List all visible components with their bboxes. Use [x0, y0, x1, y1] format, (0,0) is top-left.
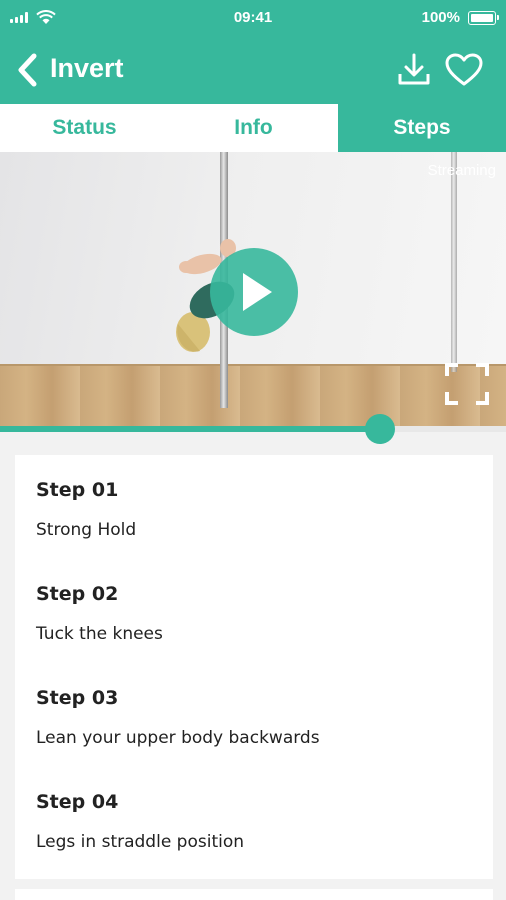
steps-card: Step 01 Strong Hold Step 02 Tuck the kne… [15, 455, 493, 879]
step-title: Step 03 [36, 687, 119, 709]
heart-icon [445, 53, 483, 86]
step-title: Step 01 [36, 479, 119, 501]
play-icon [243, 273, 272, 311]
back-button[interactable] [12, 52, 44, 88]
favorite-button[interactable] [444, 52, 484, 88]
step-item: Step 03 Lean your upper body backwards [36, 687, 476, 748]
step-text: Legs in straddle position [36, 832, 245, 852]
step-text: Lean your upper body backwards [36, 728, 320, 748]
app-bar: Invert [0, 36, 506, 104]
progress-knob[interactable] [364, 414, 395, 444]
fullscreen-button[interactable] [444, 362, 490, 406]
video-progress-bar[interactable] [0, 414, 506, 444]
tab-steps[interactable]: Steps [338, 104, 506, 152]
page-title: Invert [50, 53, 124, 83]
step-title: Step 04 [36, 791, 119, 813]
next-card-edge [15, 889, 493, 900]
step-title: Step 02 [36, 583, 119, 605]
battery-icon [468, 11, 499, 25]
download-icon [398, 53, 430, 85]
tab-bar: Status Info Steps [0, 104, 506, 152]
fullscreen-icon [445, 363, 489, 405]
status-bar: 09:41 100% [0, 0, 506, 36]
video-player[interactable]: Streaming [0, 152, 506, 426]
streaming-label: Streaming [427, 162, 496, 179]
play-button[interactable] [210, 248, 298, 336]
step-item: Step 01 Strong Hold [36, 479, 476, 540]
tab-info[interactable]: Info [169, 104, 338, 152]
step-text: Tuck the knees [36, 624, 163, 644]
progress-fill [0, 426, 380, 432]
battery-percent: 100% [421, 9, 460, 26]
step-text: Strong Hold [36, 520, 137, 540]
step-item: Step 04 Legs in straddle position [36, 791, 476, 852]
download-button[interactable] [396, 52, 432, 88]
chevron-left-icon [18, 53, 37, 87]
step-item: Step 02 Tuck the knees [36, 583, 476, 644]
tab-status[interactable]: Status [0, 104, 169, 152]
